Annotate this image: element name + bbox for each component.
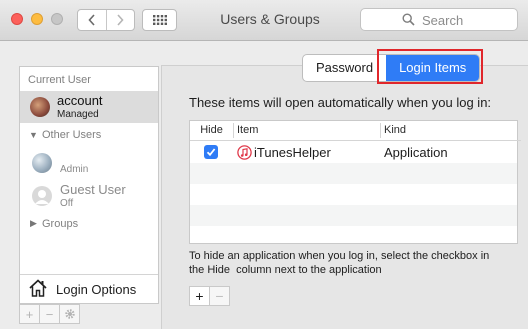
tab-password[interactable]: Password bbox=[303, 55, 386, 81]
other-users-heading: Other Users bbox=[42, 129, 102, 141]
gear-icon bbox=[64, 309, 75, 319]
search-field[interactable] bbox=[360, 8, 518, 31]
window-title: Users & Groups bbox=[220, 11, 320, 27]
user-item-account[interactable]: account Managed bbox=[20, 91, 158, 123]
user-item-admin[interactable]: Admin bbox=[20, 149, 158, 179]
header-divider bbox=[190, 140, 517, 141]
column-header-kind[interactable]: Kind bbox=[380, 121, 521, 141]
login-options-item[interactable]: Login Options bbox=[20, 274, 158, 303]
add-user-button[interactable]: + bbox=[19, 304, 40, 324]
chevron-left-icon bbox=[88, 14, 95, 26]
action-menu-button[interactable] bbox=[59, 304, 80, 324]
hint-line-1: To hide an application when you log in, … bbox=[189, 250, 490, 262]
item-kind: Application bbox=[384, 145, 448, 160]
login-items-button-bar: + − bbox=[189, 286, 230, 306]
empty-row bbox=[190, 184, 517, 205]
nav-buttons bbox=[77, 9, 135, 31]
item-name: iTunesHelper bbox=[254, 145, 331, 160]
login-items-intro: These items will open automatically when… bbox=[189, 95, 492, 110]
title-bar: Users & Groups bbox=[0, 0, 528, 41]
current-user-heading: Current User bbox=[28, 74, 91, 86]
user-role: Managed bbox=[57, 109, 99, 120]
remove-user-button[interactable]: − bbox=[39, 304, 60, 324]
login-items-table: Hide Item Kind iTunesHelper Application bbox=[189, 120, 521, 244]
back-button[interactable] bbox=[78, 10, 106, 30]
column-header-hide[interactable]: Hide bbox=[190, 121, 233, 141]
user-role: Off bbox=[60, 198, 74, 209]
checkmark-icon bbox=[206, 148, 216, 157]
groups-item[interactable]: Groups bbox=[42, 218, 78, 230]
chevron-right-icon bbox=[117, 14, 124, 26]
annotation-highlight bbox=[377, 49, 483, 84]
disclosure-closed-icon[interactable]: ▶ bbox=[30, 218, 37, 229]
column-header-item[interactable]: Item bbox=[233, 121, 384, 141]
search-input[interactable] bbox=[420, 10, 514, 30]
minimize-button[interactable] bbox=[31, 13, 43, 25]
sidebar-button-bar: + − bbox=[19, 304, 80, 324]
grid-icon bbox=[152, 15, 167, 25]
users-sidebar: Current User account Managed ▼ Other Use… bbox=[19, 66, 159, 304]
close-button[interactable] bbox=[11, 13, 23, 25]
user-name: Guest User bbox=[60, 182, 126, 197]
hint-line-2: the Hide column next to the application bbox=[189, 264, 382, 276]
table-row[interactable]: iTunesHelper Application bbox=[190, 142, 517, 163]
user-role: Admin bbox=[60, 164, 89, 175]
itunes-icon bbox=[237, 145, 252, 160]
user-name: account bbox=[57, 93, 103, 108]
avatar bbox=[32, 153, 52, 173]
house-icon bbox=[29, 279, 47, 297]
avatar bbox=[30, 97, 50, 117]
search-icon bbox=[402, 13, 415, 26]
add-login-item-button[interactable]: + bbox=[189, 286, 210, 306]
empty-row bbox=[190, 163, 517, 184]
zoom-button[interactable] bbox=[51, 13, 63, 25]
disclosure-open-icon[interactable]: ▼ bbox=[29, 130, 38, 140]
forward-button[interactable] bbox=[105, 10, 135, 30]
empty-row bbox=[190, 205, 517, 226]
show-all-button[interactable] bbox=[142, 9, 177, 31]
guest-avatar-icon bbox=[32, 186, 52, 206]
hide-checkbox[interactable] bbox=[204, 145, 218, 159]
user-item-guest[interactable]: Guest User Off bbox=[20, 181, 158, 211]
remove-login-item-button[interactable]: − bbox=[209, 286, 230, 306]
login-options-label: Login Options bbox=[56, 282, 137, 297]
